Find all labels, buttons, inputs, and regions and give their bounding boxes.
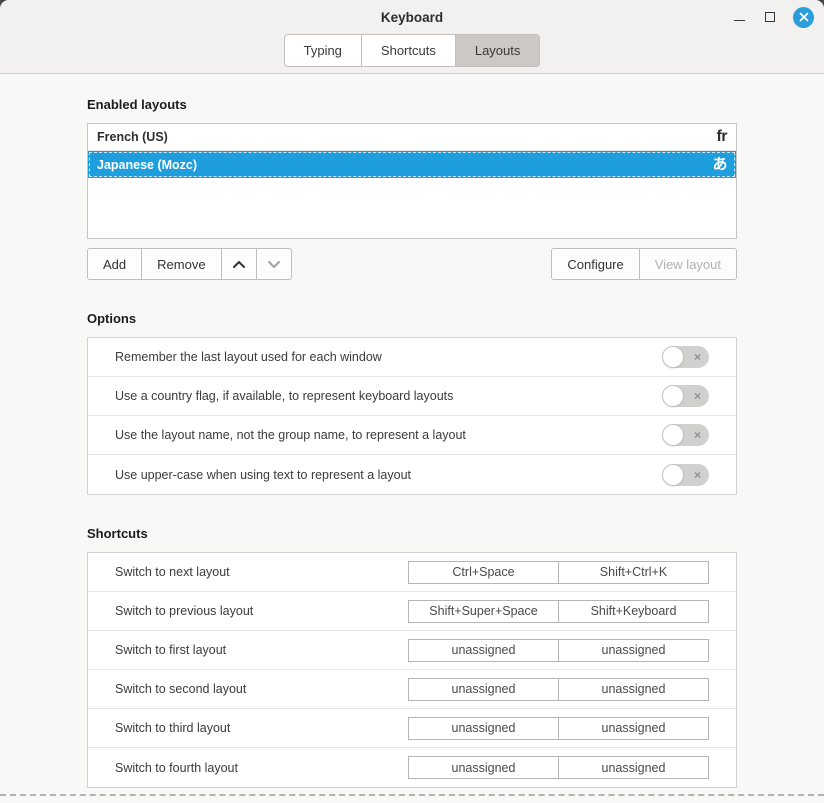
tab-typing[interactable]: Typing bbox=[284, 34, 362, 67]
option-label: Use the layout name, not the group name,… bbox=[115, 428, 466, 442]
keybinding-group: Ctrl+Space Shift+Ctrl+K bbox=[408, 561, 709, 584]
tab-typing-label: Typing bbox=[304, 43, 342, 58]
keybinding-cell-2[interactable]: Shift+Ctrl+K bbox=[559, 562, 708, 583]
move-layout-down-button[interactable] bbox=[256, 248, 292, 280]
keybinding-cell-1[interactable]: unassigned bbox=[409, 679, 559, 700]
layouts-page: Enabled layouts French (US) fr Japanese … bbox=[0, 74, 824, 790]
tab-layouts-label: Layouts bbox=[475, 43, 521, 58]
layout-name: French (US) bbox=[97, 130, 168, 144]
actions-spacer bbox=[292, 248, 552, 280]
option-row-upper-case: Use upper-case when using text to repres… bbox=[88, 455, 736, 494]
option-row-remember-layout: Remember the last layout used for each w… bbox=[88, 338, 736, 377]
maximize-icon bbox=[765, 12, 775, 22]
layout-name: Japanese (Mozc) bbox=[97, 158, 197, 172]
shortcut-label: Switch to fourth layout bbox=[115, 761, 238, 775]
layout-row-japanese[interactable]: Japanese (Mozc) あ bbox=[88, 151, 736, 178]
shortcut-label: Switch to first layout bbox=[115, 643, 226, 657]
keybinding-cell-1[interactable]: unassigned bbox=[409, 757, 559, 778]
toggle-remember-layout[interactable]: × bbox=[662, 346, 709, 368]
keybinding-cell-2[interactable]: unassigned bbox=[559, 718, 708, 739]
maximize-button[interactable] bbox=[762, 9, 778, 25]
enabled-layouts-heading: Enabled layouts bbox=[87, 97, 737, 112]
keybinding-group: unassigned unassigned bbox=[408, 756, 709, 779]
keybinding-group: unassigned unassigned bbox=[408, 678, 709, 701]
option-label: Use a country flag, if available, to rep… bbox=[115, 389, 453, 403]
add-layout-button[interactable]: Add bbox=[87, 248, 142, 280]
configure-button[interactable]: Configure bbox=[551, 248, 639, 280]
window-title: Keyboard bbox=[381, 10, 443, 25]
minimize-button[interactable] bbox=[731, 9, 747, 25]
keybinding-cell-1[interactable]: unassigned bbox=[409, 718, 559, 739]
close-button[interactable] bbox=[793, 7, 814, 28]
tab-shortcuts-label: Shortcuts bbox=[381, 43, 436, 58]
toggle-off-x-icon: × bbox=[694, 468, 701, 480]
option-label: Remember the last layout used for each w… bbox=[115, 350, 382, 364]
shortcut-label: Switch to previous layout bbox=[115, 604, 253, 618]
titlebar[interactable]: Keyboard bbox=[0, 0, 824, 34]
toggle-knob bbox=[662, 424, 684, 446]
shortcut-row-first-layout: Switch to first layout unassigned unassi… bbox=[88, 631, 736, 670]
minimize-icon bbox=[734, 20, 745, 21]
tab-bar: Typing Shortcuts Layouts bbox=[0, 34, 824, 73]
view-layout-button[interactable]: View layout bbox=[639, 248, 737, 280]
keybinding-cell-1[interactable]: Ctrl+Space bbox=[409, 562, 559, 583]
options-heading: Options bbox=[87, 311, 737, 326]
window-controls bbox=[731, 0, 814, 34]
close-icon bbox=[799, 12, 809, 22]
toggle-off-x-icon: × bbox=[694, 351, 701, 363]
keybinding-cell-2[interactable]: unassigned bbox=[559, 679, 708, 700]
layout-config-button-group: Configure View layout bbox=[551, 248, 737, 280]
options-panel: Remember the last layout used for each w… bbox=[87, 337, 737, 495]
tab-layouts[interactable]: Layouts bbox=[455, 34, 541, 67]
toggle-off-x-icon: × bbox=[694, 390, 701, 402]
toggle-off-x-icon: × bbox=[694, 429, 701, 441]
chevron-down-icon bbox=[267, 260, 281, 269]
window-header: Keyboard Typing Shortcuts bbox=[0, 0, 824, 74]
shortcut-label: Switch to next layout bbox=[115, 565, 230, 579]
layout-edit-button-group: Add Remove bbox=[87, 248, 292, 280]
enabled-layouts-section: Enabled layouts French (US) fr Japanese … bbox=[87, 97, 737, 280]
layout-row-french[interactable]: French (US) fr bbox=[88, 124, 736, 151]
tab-shortcuts[interactable]: Shortcuts bbox=[361, 34, 456, 67]
layout-indicator-fr: fr bbox=[716, 129, 727, 145]
shortcut-row-second-layout: Switch to second layout unassigned unass… bbox=[88, 670, 736, 709]
layout-indicator-ja: あ bbox=[712, 157, 727, 172]
keybinding-group: unassigned unassigned bbox=[408, 639, 709, 662]
keyboard-settings-window: Keyboard Typing Shortcuts bbox=[0, 0, 824, 803]
shortcut-label: Switch to second layout bbox=[115, 682, 246, 696]
toggle-layout-name[interactable]: × bbox=[662, 424, 709, 446]
chevron-up-icon bbox=[232, 260, 246, 269]
shortcut-label: Switch to third layout bbox=[115, 721, 230, 735]
option-row-layout-name: Use the layout name, not the group name,… bbox=[88, 416, 736, 455]
shortcut-row-next-layout: Switch to next layout Ctrl+Space Shift+C… bbox=[88, 553, 736, 592]
options-section: Options Remember the last layout used fo… bbox=[87, 311, 737, 495]
option-label: Use upper-case when using text to repres… bbox=[115, 468, 411, 482]
keybinding-cell-2[interactable]: unassigned bbox=[559, 640, 708, 661]
toggle-upper-case[interactable]: × bbox=[662, 464, 709, 486]
toggle-knob bbox=[662, 346, 684, 368]
shortcuts-section: Shortcuts Switch to next layout Ctrl+Spa… bbox=[87, 526, 737, 788]
keybinding-cell-2[interactable]: Shift+Keyboard bbox=[559, 601, 708, 622]
toggle-knob bbox=[662, 385, 684, 407]
shortcuts-panel: Switch to next layout Ctrl+Space Shift+C… bbox=[87, 552, 737, 788]
keybinding-cell-2[interactable]: unassigned bbox=[559, 757, 708, 778]
layout-list-actions: Add Remove Configure bbox=[87, 248, 737, 280]
shortcut-row-fourth-layout: Switch to fourth layout unassigned unass… bbox=[88, 748, 736, 787]
shortcuts-heading: Shortcuts bbox=[87, 526, 737, 541]
keybinding-cell-1[interactable]: Shift+Super+Space bbox=[409, 601, 559, 622]
keybinding-cell-1[interactable]: unassigned bbox=[409, 640, 559, 661]
remove-layout-button[interactable]: Remove bbox=[141, 248, 221, 280]
toggle-knob bbox=[662, 464, 684, 486]
move-layout-up-button[interactable] bbox=[221, 248, 257, 280]
option-row-country-flag: Use a country flag, if available, to rep… bbox=[88, 377, 736, 416]
keybinding-group: unassigned unassigned bbox=[408, 717, 709, 740]
shortcut-row-third-layout: Switch to third layout unassigned unassi… bbox=[88, 709, 736, 748]
window-bottom-edge bbox=[0, 794, 824, 803]
layout-list: French (US) fr Japanese (Mozc) あ bbox=[87, 123, 737, 239]
shortcut-row-previous-layout: Switch to previous layout Shift+Super+Sp… bbox=[88, 592, 736, 631]
keybinding-group: Shift+Super+Space Shift+Keyboard bbox=[408, 600, 709, 623]
toggle-country-flag[interactable]: × bbox=[662, 385, 709, 407]
